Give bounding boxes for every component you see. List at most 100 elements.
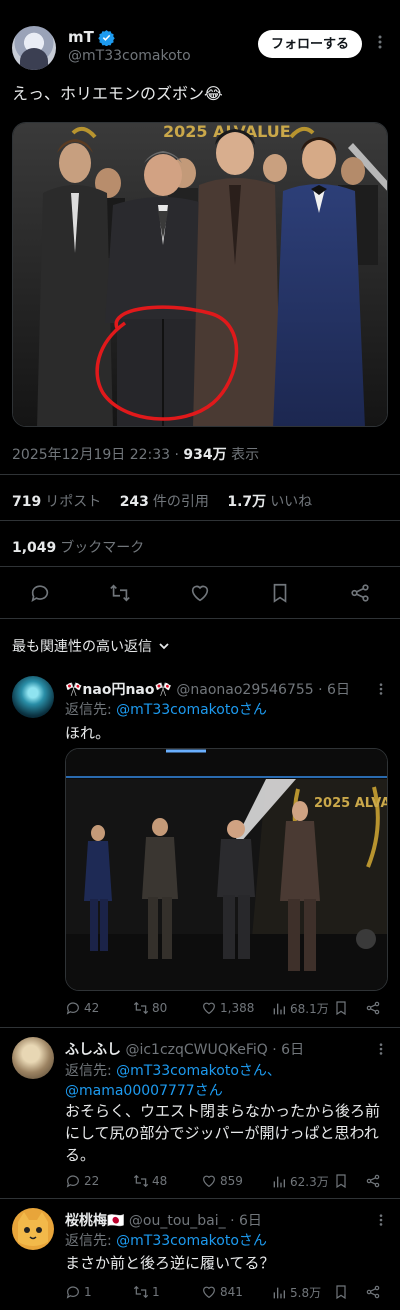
divider [0, 1027, 400, 1028]
tweet-photo[interactable]: 2025 ALVALUE [12, 122, 388, 427]
reply-views[interactable]: 62.3万 [271, 1173, 329, 1190]
reply-avatar[interactable] [12, 1208, 54, 1250]
views-icon[interactable] [271, 1285, 287, 1301]
author-name-row[interactable]: mT [68, 28, 115, 46]
quotes-stat[interactable]: 243 件の引用 [120, 494, 209, 510]
like-icon[interactable] [201, 1284, 217, 1300]
reply-replies[interactable]: 42 [65, 1000, 99, 1016]
bookmark-icon[interactable] [269, 582, 291, 604]
reply-icon[interactable] [29, 582, 51, 604]
reply-icon[interactable] [65, 1000, 81, 1016]
reply-action-bar: 22 48 859 62.3万 [65, 1173, 387, 1191]
divider [0, 520, 400, 521]
reply-to-link[interactable]: @mT33comakotoさん、 [116, 1063, 281, 1079]
divider [0, 474, 400, 475]
reply-time[interactable]: · 6日 [230, 1213, 262, 1229]
reply-time[interactable]: · 6日 [318, 682, 350, 698]
like-icon[interactable] [201, 1173, 217, 1189]
reply-to-link[interactable]: @mama00007777さん [65, 1083, 223, 1099]
repost-icon[interactable] [133, 1173, 149, 1189]
reply-avatar[interactable] [12, 1037, 54, 1079]
bookmark-icon[interactable] [333, 1173, 349, 1189]
repost-icon[interactable] [133, 1284, 149, 1300]
reply-action-bar: 1 1 841 5.8万 [65, 1284, 387, 1302]
reply-likes[interactable]: 859 [201, 1173, 243, 1189]
more-icon[interactable] [374, 1213, 388, 1227]
reply-header: 桜桃梅🇯🇵 @ou_tou_bai_ · 6日 [65, 1210, 262, 1230]
reply-author-name[interactable]: ふしふし [65, 1042, 121, 1058]
event-photo-illustration: 2025 ALVALUE [13, 123, 387, 426]
reply-views[interactable]: 68.1万 [271, 1000, 329, 1017]
reply-sort-selector[interactable]: 最も関連性の高い返信 [12, 636, 170, 656]
more-icon[interactable] [372, 34, 388, 50]
share-icon[interactable] [349, 582, 371, 604]
views-icon[interactable] [271, 1174, 287, 1190]
cat-avatar-illustration [18, 1212, 48, 1246]
reply-avatar[interactable] [12, 676, 54, 718]
reply-to-link[interactable]: @mT33comakotoさん [116, 702, 267, 718]
more-icon[interactable] [374, 1042, 388, 1056]
reply-reposts[interactable]: 80 [133, 1000, 167, 1016]
sort-label[interactable]: 最も関連性の高い返信 [12, 636, 152, 656]
chevron-down-icon[interactable] [158, 640, 170, 652]
reply-reposts[interactable]: 1 [133, 1284, 160, 1300]
tweet-author: mT @mT33comakoto フォローする [12, 26, 388, 70]
reply-icon[interactable] [65, 1173, 81, 1189]
reply-reposts[interactable]: 48 [133, 1173, 167, 1189]
reply-time[interactable]: · 6日 [272, 1042, 304, 1058]
verified-badge-icon [98, 29, 115, 46]
tweet-action-bar [0, 580, 400, 606]
reposts-stat[interactable]: 719 リポスト [12, 494, 101, 510]
stage-photo-illustration: 2025 ALVALUE ARD [66, 749, 388, 990]
share-icon[interactable] [365, 1000, 381, 1016]
author-name[interactable]: mT [68, 28, 94, 46]
share-icon[interactable] [365, 1173, 381, 1189]
follow-button[interactable]: フォローする [257, 30, 362, 58]
reply-text: ほれ。 [65, 724, 111, 742]
bookmark-icon[interactable] [333, 1284, 349, 1300]
reply-to-line: 返信先: @mT33comakotoさん [65, 1233, 267, 1249]
reply-icon[interactable] [65, 1284, 81, 1300]
likes-stat[interactable]: 1.7万 いいね [227, 494, 312, 510]
repost-icon[interactable] [109, 582, 131, 604]
repost-icon[interactable] [133, 1000, 149, 1016]
reply-likes[interactable]: 841 [201, 1284, 243, 1300]
reply-to-line-2: @mama00007777さん [65, 1080, 223, 1100]
reply-text: おそらく、ウエスト閉まらなかったから後ろ前にして尻の部分でジッパーが開けっぱと思… [65, 1102, 381, 1164]
bookmark-icon[interactable] [333, 1000, 349, 1016]
reply-to-line: 返信先: @mT33comakotoさん、 [65, 1063, 281, 1079]
view-label: 表示 [231, 447, 260, 463]
bookmarks-stat[interactable]: 1,049 ブックマーク [12, 537, 144, 557]
divider [0, 566, 400, 567]
engagement-stats: 719 リポスト 243 件の引用 1.7万 いいね [12, 491, 326, 511]
reply-to-link[interactable]: @mT33comakotoさん [116, 1233, 267, 1249]
view-count: 934万 [183, 447, 227, 463]
author-avatar[interactable] [12, 26, 56, 70]
like-icon[interactable] [189, 582, 211, 604]
reply-author-name[interactable]: 🎌nao円nao🎌 [65, 682, 172, 698]
reply-text: まさか前と後ろ逆に履いてる？ [65, 1254, 275, 1272]
tweet-text: えっ、ホリエモンのズボン😂 [12, 84, 223, 103]
reply-author-handle[interactable]: @ic1czqCWUQKeFiQ [125, 1042, 267, 1058]
reply-header: 🎌nao円nao🎌 @naonao29546755 · 6日 [65, 679, 350, 699]
photo-banner-text: 2025 ALVALUE ARD [314, 796, 388, 811]
views-icon[interactable] [271, 1001, 287, 1017]
reply-views[interactable]: 5.8万 [271, 1284, 321, 1301]
reply-author-name[interactable]: 桜桃梅🇯🇵 [65, 1213, 124, 1229]
reply-to-line: 返信先: @mT33comakotoさん [65, 702, 267, 718]
reply-author-handle[interactable]: @ou_tou_bai_ [129, 1213, 226, 1229]
reply-likes[interactable]: 1,388 [201, 1000, 254, 1016]
more-icon[interactable] [374, 682, 388, 696]
tweet-meta: 2025年12月19日 22:33 · 934万 表示 [12, 447, 260, 463]
divider [0, 1198, 400, 1199]
divider [0, 618, 400, 619]
reply-photo[interactable]: 2025 ALVALUE ARD [65, 748, 388, 991]
like-icon[interactable] [201, 1000, 217, 1016]
reply-replies[interactable]: 22 [65, 1173, 99, 1189]
author-handle[interactable]: @mT33comakoto [68, 48, 191, 64]
reply-author-handle[interactable]: @naonao29546755 [176, 682, 313, 698]
tweet-datetime[interactable]: 2025年12月19日 22:33 [12, 447, 170, 463]
share-icon[interactable] [365, 1284, 381, 1300]
reply-replies[interactable]: 1 [65, 1284, 92, 1300]
reply-action-bar: 42 80 1,388 68.1万 [65, 1000, 387, 1018]
